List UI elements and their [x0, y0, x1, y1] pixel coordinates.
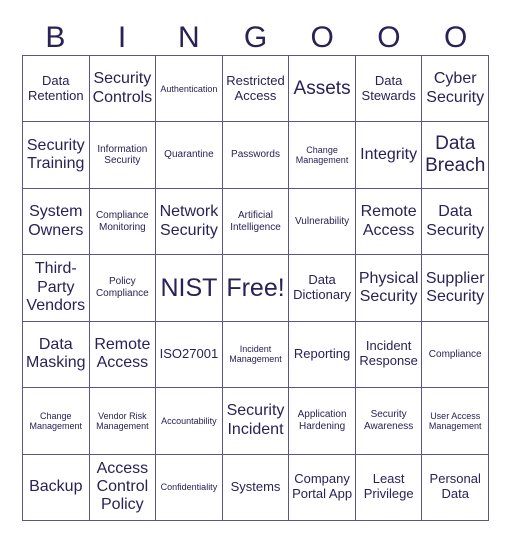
- bingo-cell[interactable]: Vendor Risk Management: [89, 388, 157, 455]
- bingo-cell[interactable]: Least Privilege: [355, 454, 423, 521]
- bingo-cell[interactable]: Physical Security: [355, 255, 423, 322]
- bingo-cell[interactable]: Security Awareness: [355, 388, 423, 455]
- header-letter: O: [377, 21, 401, 54]
- bingo-cell[interactable]: Incident Response: [355, 321, 423, 389]
- bingo-cell[interactable]: Integrity: [355, 122, 423, 189]
- bingo-cell[interactable]: Network Security: [156, 188, 223, 256]
- bingo-cell[interactable]: Passwords: [222, 122, 290, 189]
- bingo-cell[interactable]: Security Controls: [89, 56, 157, 123]
- bingo-cell[interactable]: Backup: [23, 454, 90, 521]
- bingo-cell[interactable]: NIST: [156, 255, 223, 322]
- bingo-cell[interactable]: Supplier Security: [422, 255, 489, 322]
- bingo-cell[interactable]: Data Masking: [23, 321, 90, 389]
- bingo-cell[interactable]: Security Training: [23, 122, 90, 189]
- header-letter: O: [310, 21, 334, 54]
- bingo-cell[interactable]: Change Management: [289, 122, 356, 189]
- bingo-cell[interactable]: Data Dictionary: [289, 255, 356, 322]
- bingo-cell[interactable]: Data Stewards: [355, 56, 423, 123]
- bingo-cell[interactable]: Confidentiality: [156, 454, 223, 521]
- bingo-header: BINGOOO: [22, 18, 489, 58]
- bingo-cell[interactable]: Cyber Security: [422, 56, 489, 123]
- bingo-cell[interactable]: Third-Party Vendors: [23, 255, 90, 322]
- bingo-cell[interactable]: Systems: [222, 454, 290, 521]
- bingo-cell[interactable]: Access Control Policy: [89, 454, 157, 521]
- bingo-card-grid: Data Retention Security Controls Authentic…: [22, 55, 489, 521]
- bingo-cell[interactable]: Compliance: [422, 321, 489, 389]
- header-letter: N: [177, 21, 200, 54]
- bingo-cell[interactable]: Data Security: [422, 188, 489, 256]
- bingo-cell[interactable]: Assets: [289, 56, 356, 123]
- bingo-cell[interactable]: Reporting: [289, 321, 356, 389]
- bingo-cell[interactable]: Authentication: [156, 56, 223, 123]
- header-letter: G: [243, 21, 268, 54]
- bingo-cell[interactable]: Company Portal App: [289, 454, 356, 521]
- bingo-cell[interactable]: Accountability: [156, 388, 223, 455]
- bingo-cell[interactable]: Restricted Access: [222, 56, 290, 123]
- bingo-cell[interactable]: Compliance Monitoring: [89, 188, 157, 256]
- bingo-cell[interactable]: Data Breach: [422, 122, 489, 189]
- bingo-cell[interactable]: ISO27001: [156, 321, 223, 389]
- bingo-cell[interactable]: Application Hardening: [289, 388, 356, 455]
- bingo-cell[interactable]: Data Retention: [23, 56, 90, 123]
- bingo-cell[interactable]: Incident Management: [222, 321, 290, 389]
- bingo-cell[interactable]: System Owners: [23, 188, 90, 256]
- bingo-cell[interactable]: Artificial Intelligence: [222, 188, 290, 256]
- bingo-cell[interactable]: Remote Access: [355, 188, 423, 256]
- header-letter: O: [443, 21, 468, 54]
- free-space-cell[interactable]: Free!: [222, 255, 290, 322]
- header-letter: B: [45, 21, 66, 54]
- bingo-cell[interactable]: Vulnerability: [289, 188, 356, 256]
- bingo-cell[interactable]: Personal Data: [422, 454, 489, 521]
- bingo-cell[interactable]: Information Security: [89, 122, 157, 189]
- bingo-cell[interactable]: Quarantine: [156, 122, 223, 189]
- header-letter: I: [117, 21, 127, 54]
- bingo-cell[interactable]: Remote Access: [89, 321, 157, 389]
- bingo-cell[interactable]: Change Management: [23, 388, 90, 455]
- bingo-cell[interactable]: Policy Compliance: [89, 255, 157, 322]
- bingo-cell[interactable]: User Access Management: [422, 388, 489, 455]
- bingo-cell[interactable]: Security Incident: [222, 388, 290, 455]
